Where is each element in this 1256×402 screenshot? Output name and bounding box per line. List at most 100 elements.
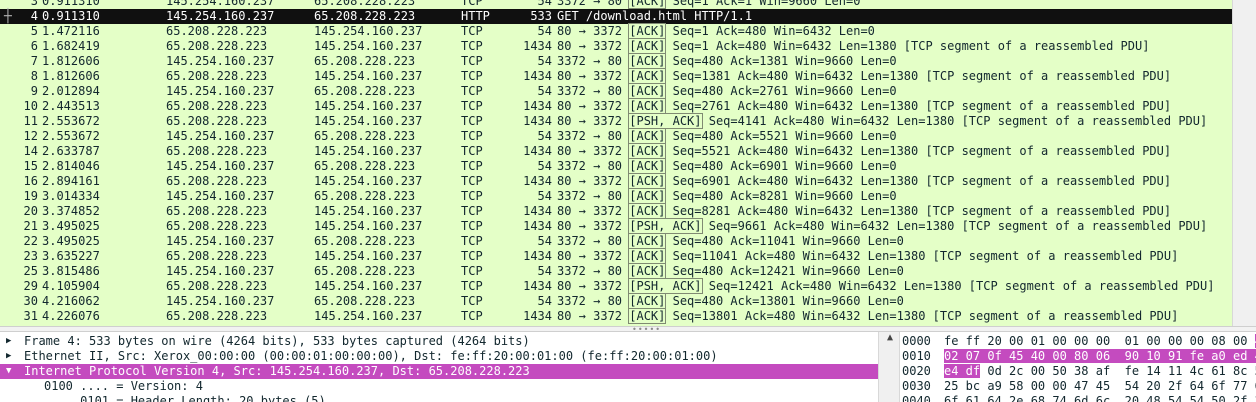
packet-details-tree[interactable]: ▶ Frame 4: 533 bytes on wire (4264 bits),…	[0, 332, 878, 402]
packet-row[interactable]: 9 2.012894 145.254.160.237 65.208.228.223 TC…	[0, 83, 1232, 99]
packet-info: 80 → 3372 [ACK] Seq=13801 Ack=480 Win=64…	[557, 308, 1179, 324]
packet-info: 80 → 3372 [ACK] Seq=6901 Ack=480 Win=643…	[557, 173, 1172, 189]
packet-number: 20	[23, 204, 38, 218]
packet-number: 5	[30, 24, 38, 38]
packet-number: 12	[23, 129, 38, 143]
packet-info: 80 → 3372 [PSH, ACK] Seq=12421 Ack=480 W…	[557, 278, 1215, 294]
packet-source: 145.254.160.237	[166, 159, 275, 173]
detail-tree-label: .... 0101 = Header Length: 20 bytes (5)	[44, 394, 326, 402]
packet-row[interactable]: 23 3.635227 65.208.228.223 145.254.160.237 T…	[0, 248, 1232, 264]
packet-info: 80 → 3372 [ACK] Seq=2761 Ack=480 Win=643…	[557, 98, 1172, 114]
detail-tree-item[interactable]: ▶ Ethernet II, Src: Xerox_00:00:00 (00:00…	[0, 349, 878, 364]
packet-row[interactable]: 3 0.911310 145.254.160.237 65.208.228.22…	[0, 0, 1232, 9]
packet-source: 65.208.228.223	[166, 174, 268, 188]
packet-info: 3372 → 80 [ACK] Seq=480 Ack=8281 Win=966…	[557, 188, 897, 204]
packet-row[interactable]: 19 3.014334 145.254.160.237 65.208.228.223 T…	[0, 188, 1232, 204]
packet-source: 65.208.228.223	[166, 144, 268, 158]
packet-row[interactable]: 11 2.553672 65.208.228.223 145.254.160.237 T…	[0, 113, 1232, 129]
packet-protocol: TCP	[461, 69, 483, 83]
packet-list-scrollbar[interactable]	[1232, 0, 1256, 326]
packet-source: 65.208.228.223	[166, 24, 268, 38]
packet-row[interactable]: 20 3.374852 65.208.228.223 145.254.160.237 T…	[0, 203, 1232, 219]
packet-info: 3372 → 80 [ACK] Seq=480 Ack=6901 Win=966…	[557, 158, 897, 174]
details-scrollbar[interactable]: ▲	[878, 332, 900, 402]
packet-info: 80 → 3372 [ACK] Seq=5521 Ack=480 Win=643…	[557, 143, 1172, 159]
packet-length: 54	[537, 54, 552, 68]
packet-time: 3.815486	[42, 264, 100, 278]
packet-list[interactable]: 3 0.911310 145.254.160.237 65.208.228.22…	[0, 0, 1232, 326]
packet-row[interactable]: 8 1.812606 65.208.228.223 145.254.160.237 TC…	[0, 68, 1232, 84]
detail-tree-item[interactable]: ▼ Internet Protocol Version 4, Src: 145.2…	[0, 364, 878, 379]
expanded-arrow-icon[interactable]: ▼	[6, 364, 11, 379]
packet-time: 4.216062	[42, 294, 100, 308]
bytes-hex[interactable]: 02 07 0f 45 40 00 80 06 90 10 91 fe a0 e…	[944, 349, 1256, 364]
packet-row[interactable]: 21 3.495025 65.208.228.223 145.254.160.237 T…	[0, 218, 1232, 234]
bytes-hex[interactable]: 25 bc a9 58 00 00 47 45 54 20 2f 64 6f 7…	[944, 379, 1256, 394]
bytes-hex-highlighted: e4 df	[944, 364, 981, 378]
detail-tree-item[interactable]: ▶ Frame 4: 533 bytes on wire (4264 bits),…	[0, 334, 878, 349]
packet-length: 1434	[523, 144, 552, 158]
packet-time: 4.226076	[42, 309, 100, 323]
packet-number: 14	[23, 144, 38, 158]
packet-info: 3372 → 80 [ACK] Seq=480 Ack=11041 Win=96…	[557, 233, 904, 249]
packet-destination: 65.208.228.223	[314, 189, 416, 203]
detail-tree-item[interactable]: 0100 .... = Version: 4	[0, 379, 878, 394]
packet-row[interactable]: 10 2.443513 65.208.228.223 145.254.160.237 T…	[0, 98, 1232, 114]
packet-info: 80 → 3372 [PSH, ACK] Seq=9661 Ack=480 Wi…	[557, 218, 1208, 234]
collapsed-arrow-icon[interactable]: ▶	[6, 334, 11, 349]
packet-number: 23	[23, 249, 38, 263]
packet-row[interactable]: 31 4.226076 65.208.228.223 145.254.160.237 T…	[0, 308, 1232, 324]
packet-row[interactable]: 29 4.105904 65.208.228.223 145.254.160.237 T…	[0, 278, 1232, 294]
detail-tree-label: Frame 4: 533 bytes on wire (4264 bits), …	[24, 334, 530, 348]
packet-time: 0.911310	[42, 0, 100, 8]
packet-row[interactable]: 7 1.812606 145.254.160.237 65.208.228.223 TC…	[0, 53, 1232, 69]
packet-number: 11	[23, 114, 38, 128]
packet-destination: 145.254.160.237	[314, 114, 423, 128]
bytes-hex[interactable]: 6f 61 64 2e 68 74 6d 6c 20 48 54 54 50 2…	[944, 394, 1256, 402]
packet-source: 65.208.228.223	[166, 39, 268, 53]
packet-row[interactable]: 25 3.815486 145.254.160.237 65.208.228.223 T…	[0, 263, 1232, 279]
packet-row[interactable]: 14 2.633787 65.208.228.223 145.254.160.237 T…	[0, 143, 1232, 159]
packet-number: 19	[23, 189, 38, 203]
bytes-offset: 0040	[902, 394, 931, 402]
packet-destination: 145.254.160.237	[314, 219, 423, 233]
packet-row[interactable]: 30 4.216062 145.254.160.237 65.208.228.223 T…	[0, 293, 1232, 309]
packet-bytes-pane[interactable]: 0000 fe ff 20 00 01 00 00 00 01 00 00 00 …	[900, 332, 1256, 402]
packet-source: 65.208.228.223	[166, 204, 268, 218]
packet-source: 65.208.228.223	[166, 99, 268, 113]
packet-info: 80 → 3372 [ACK] Seq=1 Ack=480 Win=6432 L…	[557, 38, 1150, 54]
bytes-hex[interactable]: fe ff 20 00 01 00 00 00 01 00 00 00 08 0…	[944, 334, 1256, 349]
detail-tree-label: Internet Protocol Version 4, Src: 145.25…	[24, 364, 530, 378]
packet-row[interactable]: 12 2.553672 145.254.160.237 65.208.228.223 T…	[0, 128, 1232, 144]
packet-length: 1434	[523, 204, 552, 218]
packet-destination: 65.208.228.223	[314, 294, 416, 308]
packet-row[interactable]: 6 1.682419 65.208.228.223 145.254.160.237 TC…	[0, 38, 1232, 54]
packet-destination: 145.254.160.237	[314, 174, 423, 188]
packet-info: 3372 → 80 [ACK] Seq=480 Ack=5521 Win=966…	[557, 128, 897, 144]
packet-destination: 145.254.160.237	[314, 99, 423, 113]
packet-protocol: TCP	[461, 144, 483, 158]
packet-source: 65.208.228.223	[166, 309, 268, 323]
packet-length: 1434	[523, 279, 552, 293]
packet-source: 145.254.160.237	[166, 264, 275, 278]
packet-number: 8	[30, 69, 38, 83]
detail-tree-item[interactable]: .... 0101 = Header Length: 20 bytes (5)	[0, 394, 878, 402]
packet-row[interactable]: 15 2.814046 145.254.160.237 65.208.228.223 T…	[0, 158, 1232, 174]
packet-row[interactable]: 22 3.495025 145.254.160.237 65.208.228.223 T…	[0, 233, 1232, 249]
packet-time: 2.633787	[42, 144, 100, 158]
packet-time: 3.014334	[42, 189, 100, 203]
packet-row-selected[interactable]: ┼ 4 0.911310 145.254.160.237 65.208.228.223 H…	[0, 9, 1232, 24]
packet-protocol: TCP	[461, 129, 483, 143]
collapsed-arrow-icon[interactable]: ▶	[6, 349, 11, 364]
packet-length: 54	[537, 159, 552, 173]
packet-protocol: TCP	[461, 204, 483, 218]
packet-time: 3.495025	[42, 219, 100, 233]
packet-source: 145.254.160.237	[166, 129, 275, 143]
bytes-hex[interactable]: e4 df 0d 2c 00 50 38 af fe 14 11 4c 61 8…	[944, 364, 1256, 379]
scroll-up-icon: ▲	[887, 332, 894, 343]
packet-row[interactable]: 16 2.894161 65.208.228.223 145.254.160.237 T…	[0, 173, 1232, 189]
packet-destination: 145.254.160.237	[314, 69, 423, 83]
packet-row[interactable]: 5 1.472116 65.208.228.223 145.254.160.237 TC…	[0, 23, 1232, 39]
packet-destination: 65.208.228.223	[314, 9, 416, 23]
packet-protocol: TCP	[461, 99, 483, 113]
